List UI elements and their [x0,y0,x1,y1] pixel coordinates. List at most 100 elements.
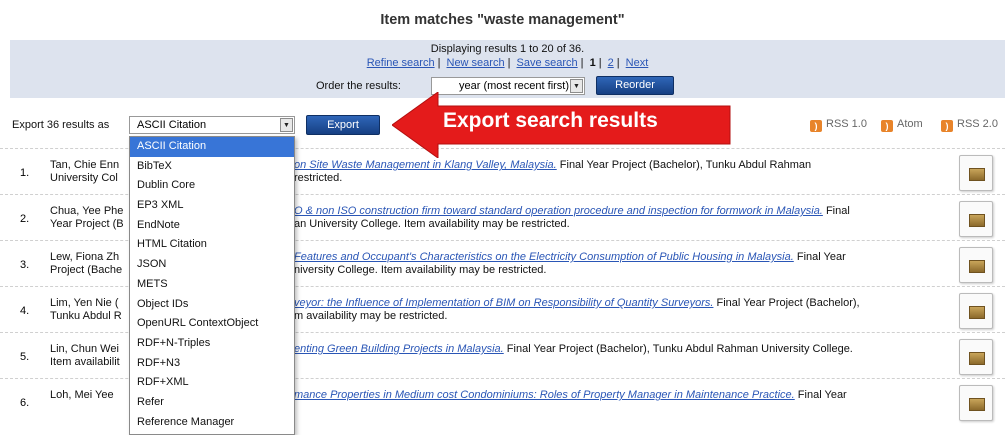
rss-icon: ) [881,120,893,132]
next-page-link[interactable]: Next [626,57,649,69]
atom-feed-link[interactable]: ) Atom [881,118,923,132]
export-label: Export 36 results as [12,119,110,131]
citation-text: Final Year Project (Bachelor), Tunku Abd… [559,159,812,171]
export-option[interactable]: JSON [130,255,294,275]
separator: | [616,57,620,69]
citation-text: Final Year Project (Bachelor), [716,297,860,309]
result-authors: Lin, Chun Wei Item availabilit [50,343,130,369]
result-title-link[interactable]: O & non ISO construction firm toward sta… [294,205,823,217]
document-icon[interactable] [959,247,993,283]
result-citation: enting Green Building Projects in Malays… [294,343,944,356]
citation-text: Final Year [796,251,846,263]
rss-icon: ) [941,120,953,132]
separator: | [598,57,602,69]
rss2-label: RSS 2.0 [957,118,998,130]
search-links: Refine search | New search | Save search | … [10,57,1005,69]
result-number: 6. [20,397,30,409]
results-count-text: Displaying results 1 to 20 of 36. [430,43,585,55]
citation-text: Final Year Project (Bachelor), Tunku Abd… [506,343,853,355]
result-number: 1. [20,167,30,179]
authors-line: Tan, Chie Enn [50,159,120,171]
document-icon[interactable] [959,293,993,329]
export-format-select[interactable]: ASCII Citation ▼ [129,116,295,134]
export-option[interactable]: BibTeX [130,157,294,177]
authors-line: Loh, Mei Yee [50,389,114,401]
authors-line: Lim, Yen Nie ( [50,297,119,309]
export-format-dropdown: ASCII Citation BibTeX Dublin Core EP3 XM… [129,136,295,435]
result-authors: Lim, Yen Nie (Tunku Abdul R [50,297,130,323]
export-option[interactable]: METS [130,275,294,295]
export-option[interactable]: EndNote [130,216,294,236]
chevron-down-icon: ▼ [570,79,583,93]
export-option[interactable]: OpenURL ContextObject [130,314,294,334]
chevron-down-icon: ▼ [280,118,293,132]
result-citation: Features and Occupant's Characteristics … [294,251,944,277]
page-2-link[interactable]: 2 [608,57,614,69]
result-number: 2. [20,213,30,225]
export-select-value: ASCII Citation [137,119,207,131]
result-number: 4. [20,305,30,317]
rss2-feed-link[interactable]: ) RSS 2.0 [941,118,998,132]
separator: | [580,57,584,69]
order-select-value: year (most recent first) [459,80,570,92]
result-authors: Loh, Mei Yee [50,389,130,402]
citation-text: m availability may be restricted. [294,310,448,322]
document-icon[interactable] [959,201,993,237]
rss1-feed-link[interactable]: ) RSS 1.0 [810,118,867,132]
current-page: 1 [589,57,596,69]
result-title-link[interactable]: mance Properties in Medium cost Condomin… [294,389,795,401]
export-option[interactable]: EP3 XML [130,196,294,216]
result-citation: mance Properties in Medium cost Condomin… [294,389,944,402]
export-option[interactable]: Object IDs [130,295,294,315]
result-title-link[interactable]: on Site Waste Management in Klang Valley… [294,159,557,171]
result-number: 3. [20,259,30,271]
export-option[interactable]: Dublin Core [130,176,294,196]
export-option[interactable]: Refer [130,393,294,413]
export-button[interactable]: Export [306,115,380,135]
authors-line: Lin, Chun Wei [50,343,119,355]
authors-line: University Col [50,172,118,184]
authors-line: Tunku Abdul R [50,310,122,322]
authors-line: Item availabilit [50,356,120,368]
authors-line: Project (Bache [50,264,123,276]
export-option[interactable]: Reference Manager [130,413,294,433]
export-option[interactable]: RDF+XML [130,373,294,393]
result-authors: Lew, Fiona Zh Project (Bache [50,251,130,277]
refine-search-link[interactable]: Refine search [367,57,435,69]
result-citation: on Site Waste Management in Klang Valley… [294,159,944,185]
result-citation: O & non ISO construction firm toward sta… [294,205,944,231]
citation-text: restricted. [294,172,343,184]
authors-line: Chua, Yee Phe [50,205,124,217]
result-title-link[interactable]: Features and Occupant's Characteristics … [294,251,794,263]
citation-text: Final [825,205,850,217]
export-option[interactable]: RDF+N3 [130,354,294,374]
save-search-link[interactable]: Save search [517,57,578,69]
citation-text: Final Year [797,389,847,401]
separator: | [437,57,441,69]
citation-text: niversity College. Item availability may… [294,264,547,276]
result-title-link[interactable]: enting Green Building Projects in Malays… [294,343,504,355]
separator: | [507,57,511,69]
document-icon[interactable] [959,385,993,421]
result-title-link[interactable]: veyor: the Influence of Implementation o… [294,297,713,309]
callout-label: Export search results [443,109,658,132]
rss-icon: ) [810,120,822,132]
result-authors: Chua, Yee Phe Year Project (B [50,205,130,231]
document-icon[interactable] [959,155,993,191]
rss1-label: RSS 1.0 [826,118,867,130]
new-search-link[interactable]: New search [447,57,505,69]
citation-text: an University College. Item availability… [294,218,570,230]
document-icon[interactable] [959,339,993,375]
result-authors: Tan, Chie Enn University Col [50,159,130,185]
export-option[interactable]: RDF+N-Triples [130,334,294,354]
authors-line: Lew, Fiona Zh [50,251,120,263]
search-panel: Displaying results 1 to 20 of 36. Refine… [10,40,1005,98]
result-number: 5. [20,351,30,363]
export-option[interactable]: ASCII Citation [130,137,294,157]
page-title: Item matches "waste management" [0,0,1005,40]
export-option[interactable]: HTML Citation [130,235,294,255]
order-label: Order the results: [316,80,401,92]
authors-line: Year Project (B [50,218,124,230]
result-citation: veyor: the Influence of Implementation o… [294,297,944,323]
atom-label: Atom [897,118,923,130]
